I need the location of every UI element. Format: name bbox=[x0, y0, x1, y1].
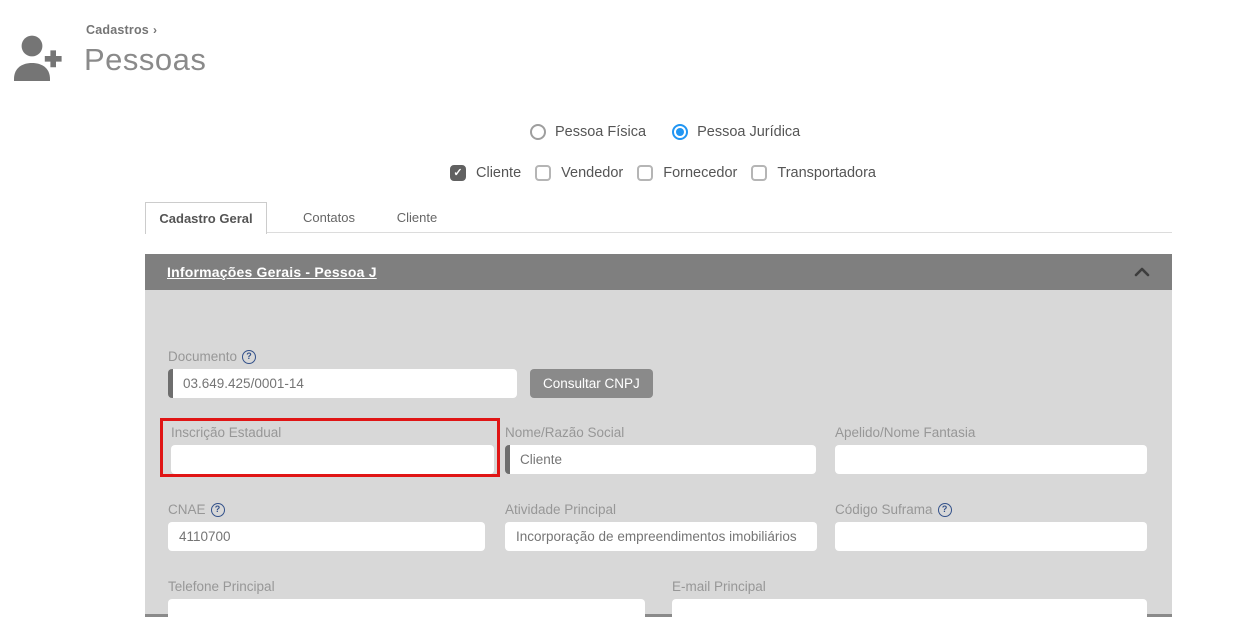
checkbox-transportadora[interactable]: Transportadora bbox=[751, 165, 876, 181]
checkbox-cliente[interactable]: ✓ Cliente bbox=[450, 165, 521, 181]
checkbox-unchecked-icon[interactable] bbox=[637, 165, 653, 181]
codigo-suframa-label: Código Suframa ? bbox=[835, 502, 952, 517]
atividade-principal-input[interactable] bbox=[505, 522, 817, 551]
cnae-label-text: CNAE bbox=[168, 502, 206, 517]
roles-checkbox-group: ✓ Cliente Vendedor Fornecedor Transporta… bbox=[450, 165, 876, 181]
help-icon[interactable]: ? bbox=[242, 350, 256, 364]
breadcrumb[interactable]: Cadastros › bbox=[86, 23, 157, 37]
checkbox-fornecedor[interactable]: Fornecedor bbox=[637, 165, 737, 181]
email-principal-input[interactable] bbox=[672, 599, 1147, 621]
telefone-principal-label: Telefone Principal bbox=[168, 579, 275, 594]
checkbox-vendedor[interactable]: Vendedor bbox=[535, 165, 623, 181]
radio-pessoa-juridica[interactable]: Pessoa Jurídica bbox=[672, 124, 800, 140]
apelido-nome-fantasia-label: Apelido/Nome Fantasia bbox=[835, 425, 975, 440]
radio-label: Pessoa Jurídica bbox=[697, 124, 800, 140]
page-title: Pessoas bbox=[84, 42, 206, 78]
apelido-nome-fantasia-input[interactable] bbox=[835, 445, 1147, 474]
checkbox-unchecked-icon[interactable] bbox=[751, 165, 767, 181]
codigo-suframa-input[interactable] bbox=[835, 522, 1147, 551]
inscricao-estadual-input[interactable] bbox=[171, 445, 494, 474]
chevron-up-icon[interactable] bbox=[1134, 267, 1150, 277]
person-type-radio-group: Pessoa Física Pessoa Jurídica bbox=[530, 124, 800, 140]
documento-label: Documento ? bbox=[168, 349, 256, 364]
telefone-principal-input[interactable] bbox=[168, 599, 645, 621]
cnae-label: CNAE ? bbox=[168, 502, 225, 517]
tab-cadastro-geral[interactable]: Cadastro Geral bbox=[145, 202, 267, 234]
checkbox-label: Cliente bbox=[476, 165, 521, 181]
atividade-principal-label: Atividade Principal bbox=[505, 502, 616, 517]
radio-label: Pessoa Física bbox=[555, 124, 646, 140]
tab-contatos[interactable]: Contatos bbox=[285, 202, 373, 233]
informacoes-gerais-panel: Informações Gerais - Pessoa J Documento … bbox=[145, 254, 1172, 617]
tab-cliente[interactable]: Cliente bbox=[373, 202, 461, 233]
email-principal-label: E-mail Principal bbox=[672, 579, 766, 594]
person-add-icon bbox=[10, 30, 66, 86]
codigo-suframa-label-text: Código Suframa bbox=[835, 502, 933, 517]
nome-razao-social-label: Nome/Razão Social bbox=[505, 425, 624, 440]
checkbox-label: Fornecedor bbox=[663, 165, 737, 181]
panel-body: Documento ? Consultar CNPJ Inscrição Est… bbox=[145, 290, 1172, 617]
breadcrumb-label[interactable]: Cadastros bbox=[86, 23, 149, 37]
inscricao-estadual-label: Inscrição Estadual bbox=[171, 425, 281, 440]
help-icon[interactable]: ? bbox=[938, 503, 952, 517]
panel-header[interactable]: Informações Gerais - Pessoa J bbox=[145, 254, 1172, 290]
checkbox-unchecked-icon[interactable] bbox=[535, 165, 551, 181]
help-icon[interactable]: ? bbox=[211, 503, 225, 517]
radio-pessoa-fisica[interactable]: Pessoa Física bbox=[530, 124, 646, 140]
nome-razao-social-input[interactable] bbox=[505, 445, 816, 474]
breadcrumb-chevron-icon: › bbox=[153, 23, 157, 37]
documento-input[interactable] bbox=[168, 369, 517, 398]
checkbox-label: Vendedor bbox=[561, 165, 623, 181]
panel-title: Informações Gerais - Pessoa J bbox=[167, 264, 377, 280]
checkbox-label: Transportadora bbox=[777, 165, 876, 181]
page-header: Cadastros › Pessoas bbox=[0, 0, 1251, 100]
pessoas-page: Cadastros › Pessoas Pessoa Física Pessoa … bbox=[0, 0, 1251, 621]
documento-label-text: Documento bbox=[168, 349, 237, 364]
consultar-cnpj-button[interactable]: Consultar CNPJ bbox=[530, 369, 653, 398]
checkbox-checked-icon[interactable]: ✓ bbox=[450, 165, 466, 181]
radio-unselected-icon[interactable] bbox=[530, 124, 546, 140]
cnae-input[interactable] bbox=[168, 522, 485, 551]
radio-selected-icon[interactable] bbox=[672, 124, 688, 140]
tab-bar: Cadastro Geral Contatos Cliente bbox=[145, 202, 1172, 233]
